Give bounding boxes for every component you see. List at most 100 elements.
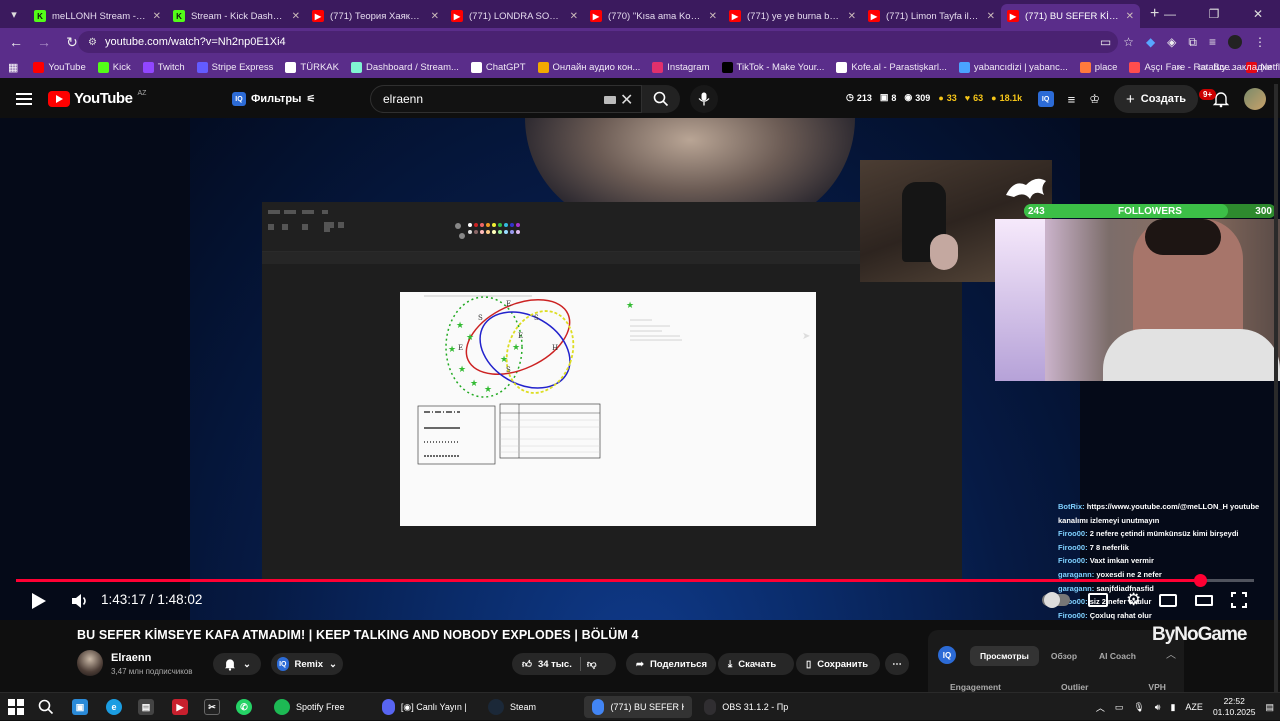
settings-gear-icon[interactable]: ⚙	[1126, 590, 1141, 610]
close-tab-icon[interactable]: ✕	[570, 11, 578, 22]
more-actions-button[interactable]: ⋯	[885, 653, 909, 675]
taskbar-app[interactable]: (771) BU SEFER KİM...	[584, 696, 692, 718]
site-info-icon[interactable]: ⚙	[88, 37, 97, 48]
bookmark-item[interactable]: yabancıdizi | yabanc...	[954, 62, 1073, 73]
thumbs-down-icon[interactable]: 👎︎	[587, 658, 597, 670]
bookmark-item[interactable]: Instagram	[647, 62, 714, 73]
remix-button[interactable]: IQ Remix ⌄	[271, 653, 343, 675]
profile-avatar-icon[interactable]	[1228, 35, 1242, 49]
apps-grid-icon[interactable]: ▦	[8, 61, 18, 74]
battery-icon[interactable]: ▮	[1170, 702, 1175, 713]
extensions-puzzle-icon[interactable]: ⧉	[1188, 35, 1197, 50]
close-tab-icon[interactable]: ✕	[1126, 11, 1134, 22]
cast-icon[interactable]: ▭	[1100, 35, 1111, 49]
like-button[interactable]: 👍︎ 34 тыс. 👎︎	[512, 653, 616, 675]
theater-mode-icon[interactable]	[1195, 595, 1213, 606]
bookmarks-overflow-button[interactable]: »	[1177, 62, 1182, 73]
browser-menu-icon[interactable]: ⋮	[1254, 35, 1266, 49]
search-input[interactable]: elraenn	[370, 85, 642, 113]
restore-icon[interactable]: ❐	[1192, 0, 1236, 28]
collapse-chevron-icon[interactable]: ︿	[1166, 646, 1176, 661]
subscribed-bell-button[interactable]: ⌄	[213, 653, 261, 675]
bookmark-item[interactable]: Kofe.al - Parastişkarl...	[831, 62, 952, 73]
download-button[interactable]: ⤓ Скачать	[718, 653, 794, 675]
speaker-icon[interactable]: 🔊︎	[1155, 702, 1161, 713]
red-app-icon[interactable]: ▶	[172, 696, 188, 718]
forward-arrow-icon[interactable]: →	[32, 34, 56, 50]
bookmark-item[interactable]: place	[1075, 62, 1123, 73]
browser-tab[interactable]: KStream - Kick Dashboard✕	[167, 4, 306, 28]
bookmark-item[interactable]: TÜRKAK	[280, 62, 344, 73]
clear-search-icon[interactable]: ✕	[620, 90, 633, 110]
progress-bar[interactable]	[16, 579, 1254, 582]
all-bookmarks-button[interactable]: Все закладки	[1213, 62, 1272, 73]
notification-center-icon[interactable]: ▤	[1265, 702, 1274, 713]
trophy-icon[interactable]: ♔	[1089, 92, 1100, 106]
play-icon[interactable]	[30, 591, 48, 611]
taskbar-app[interactable]: Steam	[480, 696, 570, 718]
browser-tab[interactable]: ▶(771) ye ye burna boy - Y✕	[723, 4, 862, 28]
bookmark-item[interactable]: Stripe Express	[192, 62, 279, 73]
fullscreen-icon[interactable]	[1231, 592, 1247, 608]
bookmark-star-icon[interactable]: ☆	[1123, 35, 1134, 49]
video-player[interactable]: ★★★★★★★★★ SESEHSE	[0, 118, 1280, 620]
whatsapp-icon[interactable]: ✆	[236, 696, 252, 718]
miniplayer-icon[interactable]	[1159, 594, 1177, 607]
bookmark-item[interactable]: Dashboard / Stream...	[346, 62, 464, 73]
vidiq-tab[interactable]: Просмотры	[970, 646, 1039, 666]
share-button[interactable]: ➦ Поделиться	[626, 653, 716, 675]
tray-overflow-icon[interactable]: ︿	[1096, 701, 1105, 714]
close-window-icon[interactable]: ✕	[1236, 0, 1280, 28]
page-scrollbar[interactable]	[1274, 84, 1278, 694]
create-button[interactable]: + Создать	[1114, 85, 1198, 113]
autoplay-toggle[interactable]	[1042, 594, 1070, 606]
media-control-icon[interactable]: ≡	[1209, 35, 1216, 49]
back-arrow-icon[interactable]: ←	[4, 34, 28, 50]
microphone-tray-icon[interactable]: 🎙︎	[1133, 702, 1144, 713]
taskbar-app[interactable]: OBS 31.1.2 - Проф...	[696, 696, 796, 718]
channel-avatar[interactable]	[77, 650, 103, 676]
close-tab-icon[interactable]: ✕	[987, 11, 995, 22]
subtitles-icon[interactable]	[1088, 593, 1108, 607]
taskbar-search-icon[interactable]	[38, 696, 54, 718]
scrubber-handle[interactable]	[1194, 574, 1207, 587]
filters-button[interactable]: IQ Фильтры ⚟	[232, 88, 315, 110]
store-icon[interactable]: ▤	[138, 696, 154, 718]
search-button[interactable]	[642, 85, 680, 113]
browser-tab[interactable]: KmeLLONH Stream - Watc✕	[28, 4, 167, 28]
bookmark-item[interactable]: TikTok - Make Your...	[717, 62, 830, 73]
browser-tab[interactable]: ▶(771) BU SEFER KİMSEYE✕	[1001, 4, 1140, 28]
task-view-icon[interactable]: ▣	[72, 696, 88, 718]
list-icon[interactable]: ≡	[1068, 92, 1076, 107]
capcut-icon[interactable]: ✂	[204, 696, 220, 718]
browser-tab[interactable]: ▶(771) Теория Хаяка в Чел✕	[306, 4, 445, 28]
edge-icon[interactable]: e	[106, 696, 122, 718]
taskbar-app[interactable]: Spotify Free	[266, 696, 360, 718]
iq-badge-icon[interactable]: IQ	[1038, 91, 1054, 107]
youtube-logo[interactable]: YouTube AZ	[48, 90, 146, 107]
volume-icon[interactable]	[70, 591, 90, 611]
minimize-icon[interactable]: —	[1148, 0, 1192, 28]
keyboard-language[interactable]: AZE	[1185, 702, 1203, 712]
browser-tab[interactable]: ▶(771) LONDRA SOKAK LEZ✕	[445, 4, 584, 28]
close-tab-icon[interactable]: ✕	[431, 11, 439, 22]
vidiq-tab[interactable]: Обзор	[1041, 646, 1087, 666]
bookmark-item[interactable]: YouTube	[28, 62, 90, 73]
close-tab-icon[interactable]: ✕	[709, 11, 717, 22]
bookmark-item[interactable]: Kick	[93, 62, 136, 73]
close-tab-icon[interactable]: ✕	[153, 11, 161, 22]
close-tab-icon[interactable]: ✕	[292, 11, 300, 22]
shield-extension-icon[interactable]: ◆	[1146, 35, 1155, 49]
close-tab-icon[interactable]: ✕	[848, 11, 856, 22]
extension-icon[interactable]: ◈	[1167, 35, 1176, 49]
bookmark-item[interactable]: Twitch	[138, 62, 190, 73]
vidiq-tab[interactable]: AI Coach	[1089, 646, 1146, 666]
tab-search-button[interactable]: ▾	[0, 0, 28, 28]
account-avatar[interactable]	[1244, 88, 1266, 110]
keyboard-icon[interactable]	[604, 96, 616, 104]
voice-search-button[interactable]	[690, 85, 718, 113]
taskbar-app[interactable]: [◉] Canlı Yayın | V...	[374, 696, 474, 718]
network-icon[interactable]: ▭	[1115, 702, 1124, 713]
guide-menu-icon[interactable]	[16, 90, 32, 106]
save-button[interactable]: ▯ Сохранить	[796, 653, 880, 675]
